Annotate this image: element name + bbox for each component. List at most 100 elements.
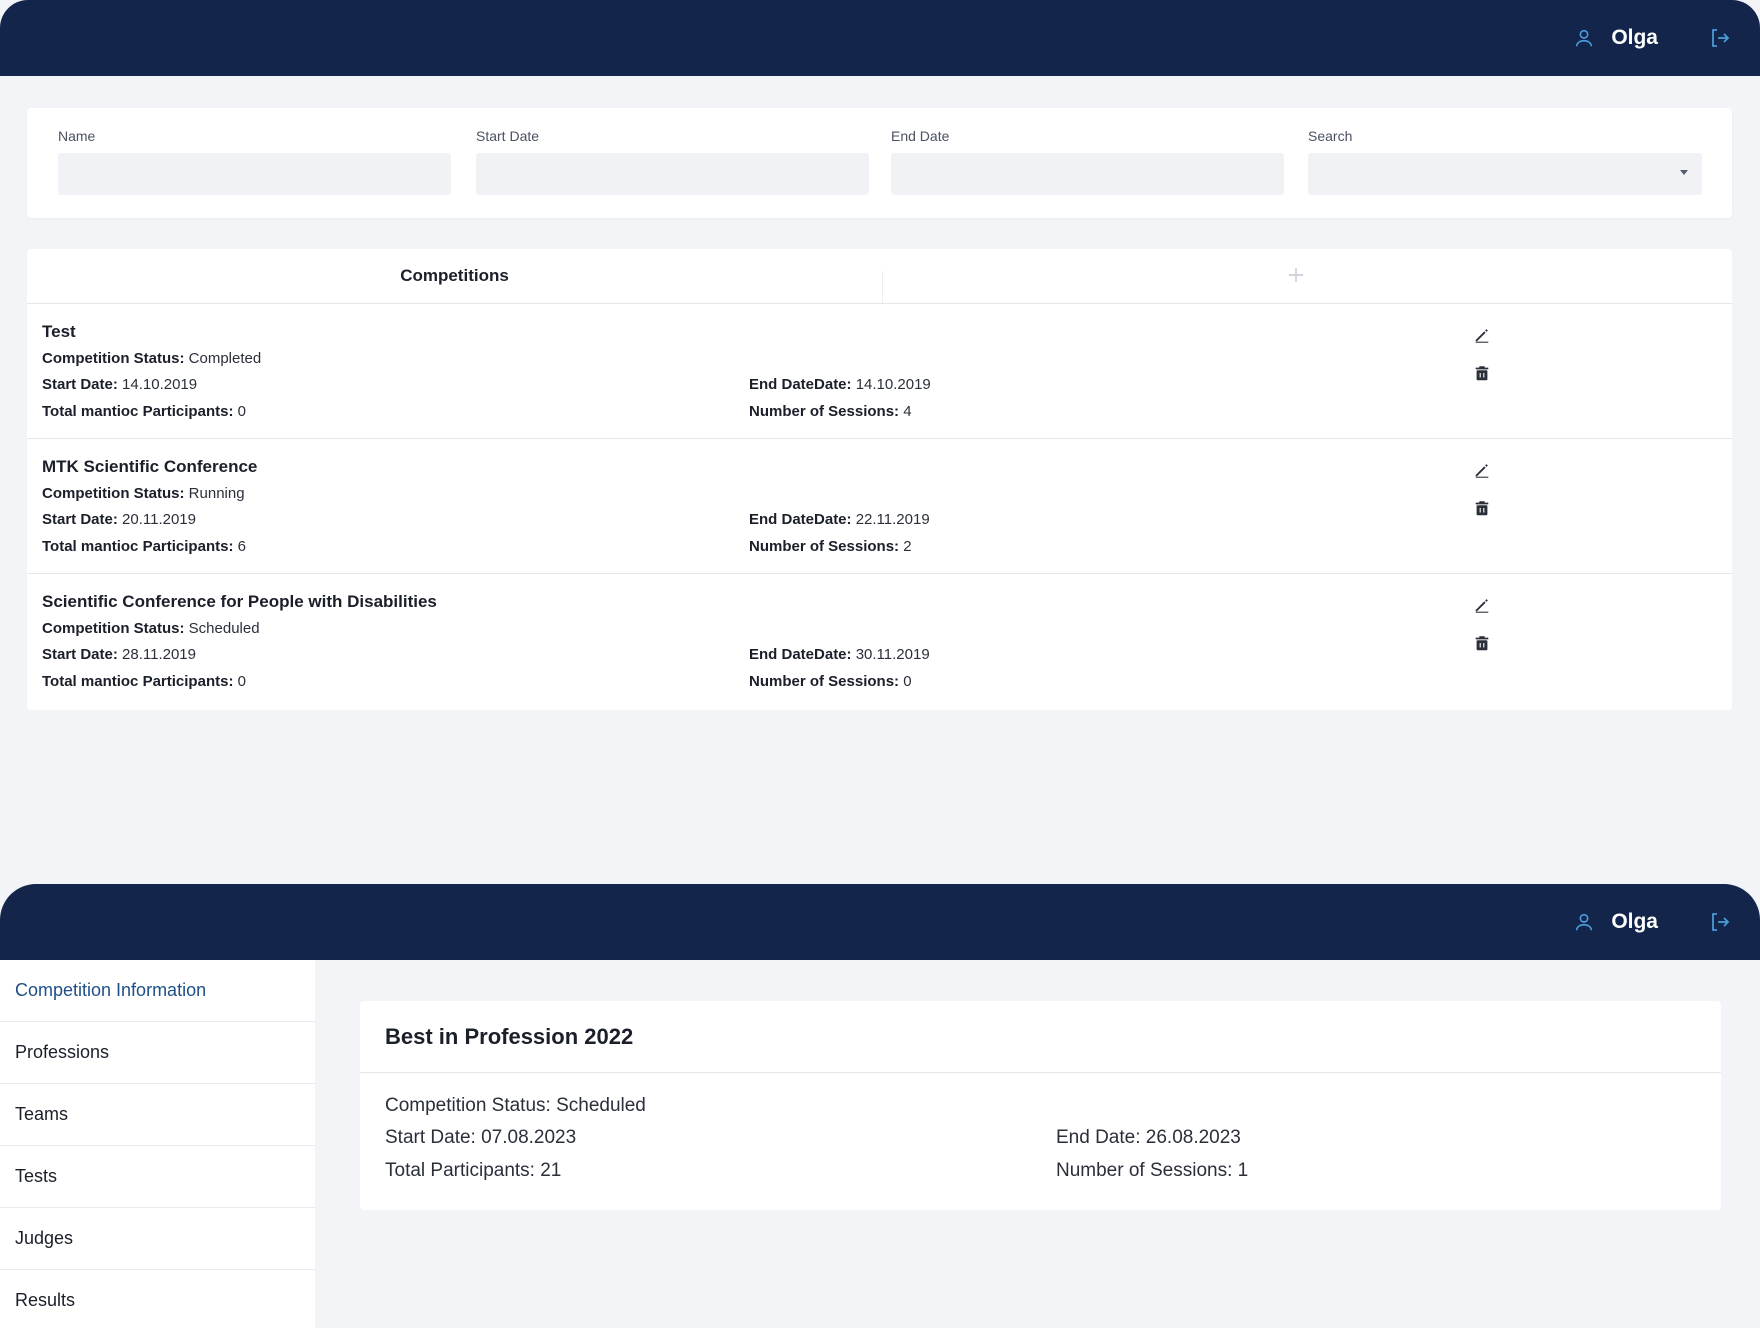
end-date-filter-input[interactable] [891,153,1284,195]
total-label-mid: mantioc [80,403,139,420]
start-value: 14.10.2019 [122,376,198,393]
competition-status: Competition Status: Completed [42,350,261,367]
start-label: Start Date: [42,646,118,663]
competition-status: Competition Status: Running [42,485,245,502]
status-label: Competition Status: [42,485,185,502]
end-date-filter: End Date [891,128,1284,195]
detail-navbar: Olga [0,884,1760,960]
sidebar-item-professions[interactable]: Professions [0,1022,315,1084]
end-date-filter-label: End Date [891,128,950,144]
competition-total: Total mantioc Participants: 0 [42,673,246,690]
competition-sessions: Number of Sessions: 4 [749,403,912,420]
total-label: Total [42,673,77,690]
competition-end: End DateDate: 22.11.2019 [749,511,930,528]
sessions-value: 2 [903,538,912,555]
sidebar-item-competition-information[interactable]: Competition Information [0,960,315,1022]
competition-name: Scientific Conference for People with Di… [42,592,437,611]
competition-sidebar: Competition Information Professions Team… [0,960,315,1328]
sessions-label: Number of Sessions: [749,403,900,420]
competition-row[interactable]: Scientific Conference for People with Di… [27,574,1732,709]
competition-end: End DateDate: 14.10.2019 [749,376,931,393]
sessions-label: Number of Sessions: [749,538,900,555]
status-value: Scheduled [188,620,260,637]
end-value: 22.11.2019 [855,511,930,528]
sidebar-item-teams[interactable]: Teams [0,1084,315,1146]
start-date-filter-label: Start Date [476,128,540,144]
detail-header: Best in Profession 2022 [360,1001,1721,1073]
competition-row[interactable]: MTK Scientific Conference Competition St… [27,439,1732,574]
competitions-header: Competitions [27,249,1732,304]
edit-icon[interactable] [1473,461,1491,479]
total-label: Total [42,403,77,420]
detail-end: End Date: 26.08.2023 [1056,1127,1241,1148]
end-label: End Date [749,511,815,528]
search-filter: Search [1308,128,1702,195]
sidebar-item-tests[interactable]: Tests [0,1146,315,1208]
status-value: Completed [188,350,262,367]
start-date-filter: Start Date [476,128,869,195]
end-label-2: Date: [814,646,852,663]
total-value: 0 [237,403,246,420]
competition-start: Start Date: 28.11.2019 [42,646,196,663]
edit-icon[interactable] [1473,596,1491,614]
add-icon[interactable] [1286,265,1306,285]
end-value: 30.11.2019 [855,646,930,663]
user-menu[interactable]: Olga [1573,910,1708,934]
detail-sessions: Number of Sessions: 1 [1056,1160,1249,1181]
search-filter-label: Search [1308,128,1353,144]
total-label-mid: mantioc [80,538,139,555]
total-label-end: Participants: [142,403,234,420]
sessions-label: Number of Sessions: [749,673,900,690]
competition-total: Total mantioc Participants: 0 [42,403,246,420]
dropdown-caret-icon [1680,170,1688,175]
total-value: 6 [237,538,246,555]
detail-status: Competition Status: Scheduled [385,1095,646,1116]
end-label-2: Date: [814,511,852,528]
start-label: Start Date: [42,376,118,393]
competition-start: Start Date: 20.11.2019 [42,511,196,528]
competition-row[interactable]: Test Competition Status: Completed Start… [27,304,1732,439]
sidebar-item-results[interactable]: Results [0,1270,315,1328]
user-name: Olga [1611,910,1658,933]
competition-sessions: Number of Sessions: 0 [749,673,912,690]
total-label-end: Participants: [142,673,234,690]
start-value: 20.11.2019 [122,511,196,528]
search-select[interactable] [1308,153,1702,195]
filter-panel: Name Start Date End Date Search [27,108,1732,218]
total-value: 0 [237,673,246,690]
name-filter: Name [58,128,451,195]
end-label: End Date [749,376,815,393]
top-navbar: Olga [0,0,1760,76]
delete-icon[interactable] [1473,634,1491,652]
competition-detail-panel: Best in Profession 2022 Competition Stat… [360,1001,1721,1210]
competition-name: Test [42,322,76,341]
detail-title: Best in Profession 2022 [385,1023,634,1049]
detail-start: Start Date: 07.08.2023 [385,1127,577,1148]
start-date-filter-input[interactable] [476,153,869,195]
start-value: 28.11.2019 [122,646,196,663]
user-menu[interactable]: Olga [1573,26,1708,50]
sidebar-item-judges[interactable]: Judges [0,1208,315,1270]
status-value: Running [188,485,245,502]
competition-status: Competition Status: Scheduled [42,620,260,637]
logout-icon[interactable] [1708,26,1732,50]
logout-icon[interactable] [1708,910,1732,934]
end-value: 14.10.2019 [855,376,931,393]
competitions-title: Competitions [400,266,509,285]
competition-sessions: Number of Sessions: 2 [749,538,912,555]
start-label: Start Date: [42,511,118,528]
delete-icon[interactable] [1473,499,1491,517]
edit-icon[interactable] [1473,326,1491,344]
total-label-end: Participants: [142,538,234,555]
user-name: Olga [1611,26,1658,49]
name-filter-input[interactable] [58,153,451,195]
delete-icon[interactable] [1473,364,1491,382]
competitions-panel: Competitions Test Competition Status: Co… [27,249,1732,710]
user-icon [1576,29,1593,47]
status-label: Competition Status: [42,350,185,367]
competition-name: MTK Scientific Conference [42,457,258,476]
status-label: Competition Status: [42,620,185,637]
sessions-value: 4 [903,403,912,420]
sessions-value: 0 [903,673,912,690]
competition-total: Total mantioc Participants: 6 [42,538,246,555]
